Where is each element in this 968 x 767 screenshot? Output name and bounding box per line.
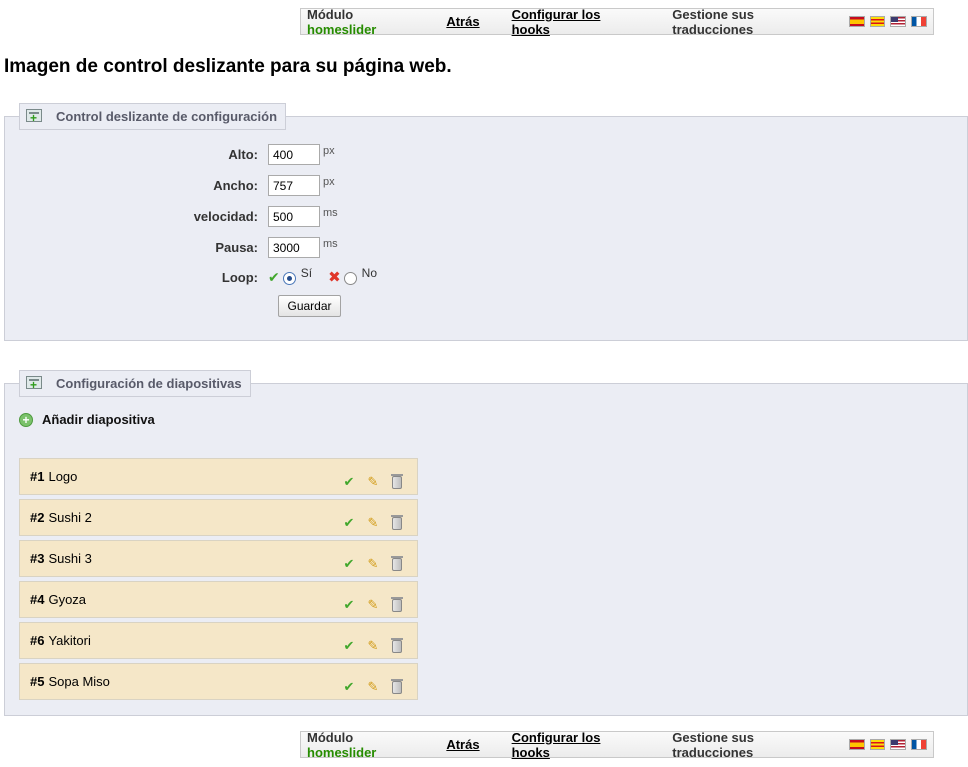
add-slide-link[interactable]: + Añadir diapositiva bbox=[19, 412, 155, 427]
slide-number: #4 bbox=[30, 592, 45, 607]
loop-yes-radio[interactable] bbox=[282, 271, 296, 285]
slide-item[interactable]: #2 Sushi 2 ✔ ✎ bbox=[19, 499, 418, 536]
slide-name: Yakitori bbox=[48, 633, 91, 648]
loop-yes-label: Sí bbox=[300, 266, 313, 280]
speed-unit: ms bbox=[323, 206, 338, 219]
active-check-icon[interactable]: ✔ bbox=[341, 638, 357, 654]
width-unit: px bbox=[323, 175, 335, 188]
back-link[interactable]: Atrás bbox=[446, 737, 479, 752]
config-legend-text: Control deslizante de configuración bbox=[56, 109, 278, 124]
active-check-icon[interactable]: ✔ bbox=[341, 597, 357, 613]
add-slide-label: Añadir diapositiva bbox=[42, 412, 155, 427]
slide-name: Sushi 2 bbox=[48, 510, 92, 525]
speed-input[interactable] bbox=[268, 206, 320, 227]
slide-number: #6 bbox=[30, 633, 45, 648]
es-flag-icon[interactable] bbox=[848, 16, 865, 27]
pause-label: Pausa: bbox=[215, 240, 258, 255]
edit-pencil-icon[interactable]: ✎ bbox=[365, 515, 381, 531]
height-unit: px bbox=[323, 144, 335, 157]
slides-settings-icon: + bbox=[24, 375, 44, 393]
module-toolbar-top: Módulo homeslider Atrás Configurar los h… bbox=[300, 6, 934, 37]
slides-config-panel: + Configuración de diapositivas + Añadir… bbox=[4, 370, 968, 716]
slide-number: #5 bbox=[30, 674, 45, 689]
module-title: Módulo homeslider bbox=[307, 730, 424, 760]
edit-pencil-icon[interactable]: ✎ bbox=[365, 638, 381, 654]
fr-flag-icon[interactable] bbox=[911, 16, 927, 27]
slide-item[interactable]: #6 Yakitori ✔ ✎ bbox=[19, 622, 418, 659]
slide-item[interactable]: #3 Sushi 3 ✔ ✎ bbox=[19, 540, 418, 577]
slide-number: #3 bbox=[30, 551, 45, 566]
module-title: Módulo homeslider bbox=[307, 7, 424, 37]
module-prefix: Módulo bbox=[307, 729, 354, 745]
delete-trash-icon[interactable] bbox=[389, 596, 405, 613]
delete-trash-icon[interactable] bbox=[389, 514, 405, 531]
delete-trash-icon[interactable] bbox=[389, 555, 405, 572]
disabled-cross-icon: ✖ bbox=[328, 269, 341, 286]
active-check-icon[interactable]: ✔ bbox=[341, 515, 357, 531]
module-name: homeslider bbox=[307, 744, 377, 760]
slides-list: #1 Logo ✔ ✎ #2 Sushi 2 ✔ ✎ #3 Sushi 3 ✔ ✎ #… bbox=[19, 458, 418, 704]
active-check-icon[interactable]: ✔ bbox=[341, 679, 357, 695]
slide-name: Sushi 3 bbox=[48, 551, 92, 566]
loop-no-radio[interactable] bbox=[343, 271, 357, 285]
configure-hooks-link[interactable]: Configurar los hooks bbox=[512, 730, 641, 760]
edit-pencil-icon[interactable]: ✎ bbox=[365, 679, 381, 695]
ca-flag-icon[interactable] bbox=[869, 739, 886, 750]
active-check-icon[interactable]: ✔ bbox=[341, 474, 357, 490]
loop-label: Loop: bbox=[221, 269, 258, 285]
slide-name: Sopa Miso bbox=[48, 674, 110, 689]
module-name: homeslider bbox=[307, 21, 377, 37]
loop-row: Loop: ✔ Sí ✖ No bbox=[158, 266, 377, 286]
edit-pencil-icon[interactable]: ✎ bbox=[365, 474, 381, 490]
pause-unit: ms bbox=[323, 237, 338, 250]
loop-no-label: No bbox=[361, 266, 377, 280]
slides-legend-text: Configuración de diapositivas bbox=[56, 376, 242, 391]
edit-pencil-icon[interactable]: ✎ bbox=[365, 556, 381, 572]
delete-trash-icon[interactable] bbox=[389, 473, 405, 490]
delete-trash-icon[interactable] bbox=[389, 637, 405, 654]
slide-number: #2 bbox=[30, 510, 45, 525]
slider-config-panel: + Control deslizante de configuración Al… bbox=[4, 103, 968, 341]
add-icon: + bbox=[19, 412, 33, 427]
height-row: Alto: px bbox=[158, 144, 335, 165]
manage-translations-label: Gestione sus traducciones bbox=[672, 729, 754, 760]
configure-hooks-link[interactable]: Configurar los hooks bbox=[512, 7, 641, 37]
width-input[interactable] bbox=[268, 175, 320, 196]
back-link[interactable]: Atrás bbox=[446, 14, 479, 29]
delete-trash-icon[interactable] bbox=[389, 678, 405, 695]
pause-input[interactable] bbox=[268, 237, 320, 258]
config-legend: + Control deslizante de configuración bbox=[19, 103, 287, 130]
speed-row: velocidad: ms bbox=[158, 206, 338, 227]
slide-name: Logo bbox=[48, 469, 78, 484]
width-label: Ancho: bbox=[213, 178, 258, 193]
slide-item[interactable]: #5 Sopa Miso ✔ ✎ bbox=[19, 663, 418, 700]
slide-name: Gyoza bbox=[48, 592, 87, 607]
manage-translations-label: Gestione sus traducciones bbox=[672, 6, 754, 37]
fr-flag-icon[interactable] bbox=[911, 739, 927, 750]
height-input[interactable] bbox=[268, 144, 320, 165]
active-check-icon[interactable]: ✔ bbox=[341, 556, 357, 572]
ca-flag-icon[interactable] bbox=[869, 16, 886, 27]
slides-legend: + Configuración de diapositivas bbox=[19, 370, 251, 397]
save-button[interactable]: Guardar bbox=[278, 295, 341, 317]
page-title: Imagen de control deslizante para su pág… bbox=[4, 56, 452, 77]
slider-settings-icon: + bbox=[24, 108, 44, 126]
module-prefix: Módulo bbox=[307, 6, 354, 22]
module-toolbar-bottom: Módulo homeslider Atrás Configurar los h… bbox=[300, 729, 934, 760]
enabled-check-icon: ✔ bbox=[268, 268, 280, 285]
en-flag-icon[interactable] bbox=[890, 16, 907, 27]
width-row: Ancho: px bbox=[158, 175, 335, 196]
slide-number: #1 bbox=[30, 469, 45, 484]
speed-label: velocidad: bbox=[193, 209, 258, 224]
height-label: Alto: bbox=[228, 147, 258, 162]
slide-item[interactable]: #4 Gyoza ✔ ✎ bbox=[19, 581, 418, 618]
slide-item[interactable]: #1 Logo ✔ ✎ bbox=[19, 458, 418, 495]
edit-pencil-icon[interactable]: ✎ bbox=[365, 597, 381, 613]
pause-row: Pausa: ms bbox=[158, 237, 338, 258]
es-flag-icon[interactable] bbox=[848, 739, 865, 750]
en-flag-icon[interactable] bbox=[890, 739, 907, 750]
